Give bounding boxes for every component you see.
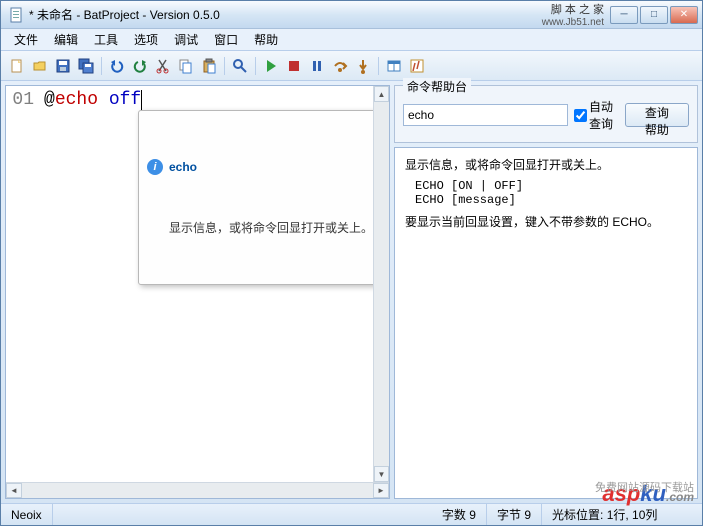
- code-area[interactable]: @echo off i echo 显示信息，或将命令回显打开或关上。: [42, 86, 373, 482]
- help-content[interactable]: 显示信息，或将命令回显打开或关上。 ECHO [ON | OFF] ECHO […: [394, 147, 698, 499]
- copy-icon[interactable]: [176, 56, 196, 76]
- menubar: 文件 编辑 工具 选项 调试 窗口 帮助: [1, 29, 702, 51]
- code-arg: off: [98, 90, 141, 110]
- status-cursor: 光标位置: 1行, 10列: [542, 504, 702, 525]
- code-editor[interactable]: 01 @echo off i echo 显示信息，或将命令回显打开或关上。 ▲ …: [6, 86, 389, 482]
- cut-icon[interactable]: [153, 56, 173, 76]
- code-keyword: echo: [55, 90, 98, 110]
- app-window: * 未命名 - BatProject - Version 0.5.0 脚 本 之…: [0, 0, 703, 526]
- tooltip-title: echo: [169, 160, 197, 174]
- maximize-button[interactable]: □: [640, 6, 668, 24]
- auto-query-checkbox[interactable]: 自动查询: [574, 98, 619, 132]
- stepin-icon[interactable]: [353, 56, 373, 76]
- togglepane-icon[interactable]: [384, 56, 404, 76]
- scroll-down-icon[interactable]: ▼: [374, 466, 389, 482]
- tooltip-body: 显示信息，或将命令回显打开或关上。: [169, 219, 369, 236]
- site-url: www.Jb51.net: [542, 17, 604, 28]
- find-icon[interactable]: [230, 56, 250, 76]
- line-gutter: 01: [6, 86, 42, 482]
- menu-file[interactable]: 文件: [7, 29, 45, 50]
- menu-help[interactable]: 帮助: [247, 29, 285, 50]
- scroll-left-icon[interactable]: ◄: [6, 483, 22, 498]
- scroll-up-icon[interactable]: ▲: [374, 86, 389, 102]
- horizontal-scrollbar[interactable]: ◄ ►: [6, 482, 389, 498]
- new-icon[interactable]: [7, 56, 27, 76]
- editor-pane: 01 @echo off i echo 显示信息，或将命令回显打开或关上。 ▲ …: [5, 85, 390, 499]
- info-icon: i: [147, 159, 163, 175]
- menu-edit[interactable]: 编辑: [47, 29, 85, 50]
- status-chars: 字数 9: [432, 504, 487, 525]
- stop-icon[interactable]: [284, 56, 304, 76]
- close-button[interactable]: ✕: [670, 6, 698, 24]
- app-icon: [9, 7, 25, 23]
- title-text: * 未命名 - BatProject - Version 0.5.0: [29, 6, 542, 23]
- toolbar-separator: [101, 57, 102, 75]
- main-area: 01 @echo off i echo 显示信息，或将命令回显打开或关上。 ▲ …: [1, 81, 702, 503]
- help-icon[interactable]: [407, 56, 427, 76]
- help-line1: 显示信息，或将命令回显打开或关上。: [405, 156, 687, 173]
- help-search-group: 命令帮助台 自动查询 查询帮助: [394, 85, 698, 143]
- paste-icon[interactable]: [199, 56, 219, 76]
- stepover-icon[interactable]: [330, 56, 350, 76]
- site-label: 脚 本 之 家 www.Jb51.net: [542, 1, 604, 28]
- auto-query-check[interactable]: [574, 109, 587, 122]
- help-search-input[interactable]: [403, 104, 568, 126]
- save-icon[interactable]: [53, 56, 73, 76]
- menu-debug[interactable]: 调试: [167, 29, 205, 50]
- redo-icon[interactable]: [130, 56, 150, 76]
- code-at: @: [44, 90, 55, 110]
- help-panel: 命令帮助台 自动查询 查询帮助 显示信息，或将命令回显打开或关上。 ECHO […: [394, 85, 698, 499]
- toolbar-separator: [378, 57, 379, 75]
- window-buttons: ─ □ ✕: [610, 6, 698, 24]
- vertical-scrollbar[interactable]: ▲ ▼: [373, 86, 389, 482]
- menu-window[interactable]: 窗口: [207, 29, 245, 50]
- help-line2: 要显示当前回显设置，键入不带参数的 ECHO。: [405, 213, 687, 230]
- toolbar-separator: [255, 57, 256, 75]
- query-help-button[interactable]: 查询帮助: [625, 103, 689, 127]
- minimize-button[interactable]: ─: [610, 6, 638, 24]
- auto-query-label: 自动查询: [589, 98, 619, 132]
- scroll-right-icon[interactable]: ►: [373, 483, 389, 498]
- status-bytes: 字节 9: [487, 504, 542, 525]
- menu-options[interactable]: 选项: [127, 29, 165, 50]
- titlebar[interactable]: * 未命名 - BatProject - Version 0.5.0 脚 本 之…: [1, 1, 702, 29]
- run-icon[interactable]: [261, 56, 281, 76]
- text-cursor: [141, 90, 142, 110]
- line-number: 01: [12, 90, 34, 110]
- saveall-icon[interactable]: [76, 56, 96, 76]
- open-icon[interactable]: [30, 56, 50, 76]
- status-author: Neoix: [1, 504, 53, 525]
- toolbar: [1, 51, 702, 81]
- help-syntax: ECHO [ON | OFF] ECHO [message]: [415, 179, 687, 207]
- site-name: 脚 本 之 家: [542, 1, 604, 17]
- toolbar-separator: [224, 57, 225, 75]
- pause-icon[interactable]: [307, 56, 327, 76]
- help-legend: 命令帮助台: [403, 78, 471, 95]
- undo-icon[interactable]: [107, 56, 127, 76]
- menu-tools[interactable]: 工具: [87, 29, 125, 50]
- intellisense-tooltip: i echo 显示信息，或将命令回显打开或关上。: [138, 110, 378, 285]
- statusbar: Neoix 字数 9 字节 9 光标位置: 1行, 10列: [1, 503, 702, 525]
